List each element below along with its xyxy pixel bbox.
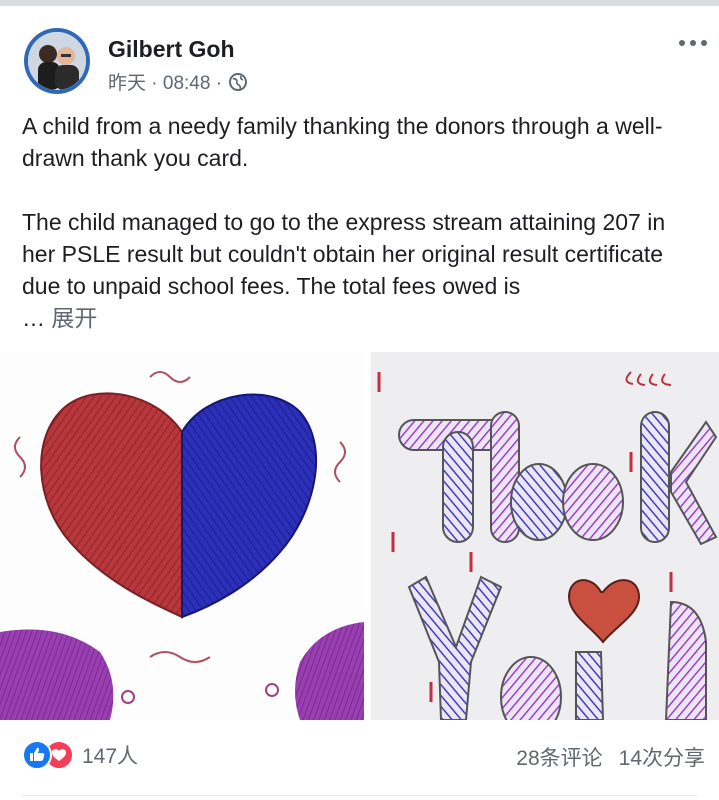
footer-divider bbox=[22, 795, 697, 796]
reaction-count: 147人 bbox=[82, 745, 139, 768]
avatar-photo bbox=[28, 32, 86, 90]
photo-heart-card[interactable] bbox=[0, 352, 364, 720]
see-more-line: … 展开 bbox=[22, 302, 702, 334]
timestamp[interactable]: 昨天 · 08:48 · bbox=[108, 68, 222, 95]
engagement-stats: 28条评论 14次分享 bbox=[516, 742, 705, 772]
see-more-link[interactable]: 展开 bbox=[51, 305, 97, 331]
more-options-icon[interactable] bbox=[679, 40, 707, 46]
share-count[interactable]: 14次分享 bbox=[619, 742, 705, 772]
post-paragraph-1: A child from a needy family thanking the… bbox=[22, 113, 663, 171]
ellipsis: … bbox=[22, 305, 45, 331]
like-icon bbox=[22, 740, 52, 770]
photo-thank-you-card[interactable] bbox=[371, 352, 719, 720]
post-paragraph-2: The child managed to go to the express s… bbox=[22, 209, 666, 299]
feed-post: Gilbert Goh 昨天 · 08:48 · A child from a … bbox=[0, 6, 719, 800]
post-meta: 昨天 · 08:48 · bbox=[108, 68, 248, 95]
author-name[interactable]: Gilbert Goh bbox=[108, 36, 235, 63]
author-avatar[interactable] bbox=[24, 28, 90, 94]
post-text: A child from a needy family thanking the… bbox=[22, 110, 702, 334]
reaction-summary[interactable]: 147人 bbox=[22, 740, 138, 770]
globe-icon bbox=[228, 72, 248, 92]
comment-count[interactable]: 28条评论 bbox=[516, 742, 602, 772]
